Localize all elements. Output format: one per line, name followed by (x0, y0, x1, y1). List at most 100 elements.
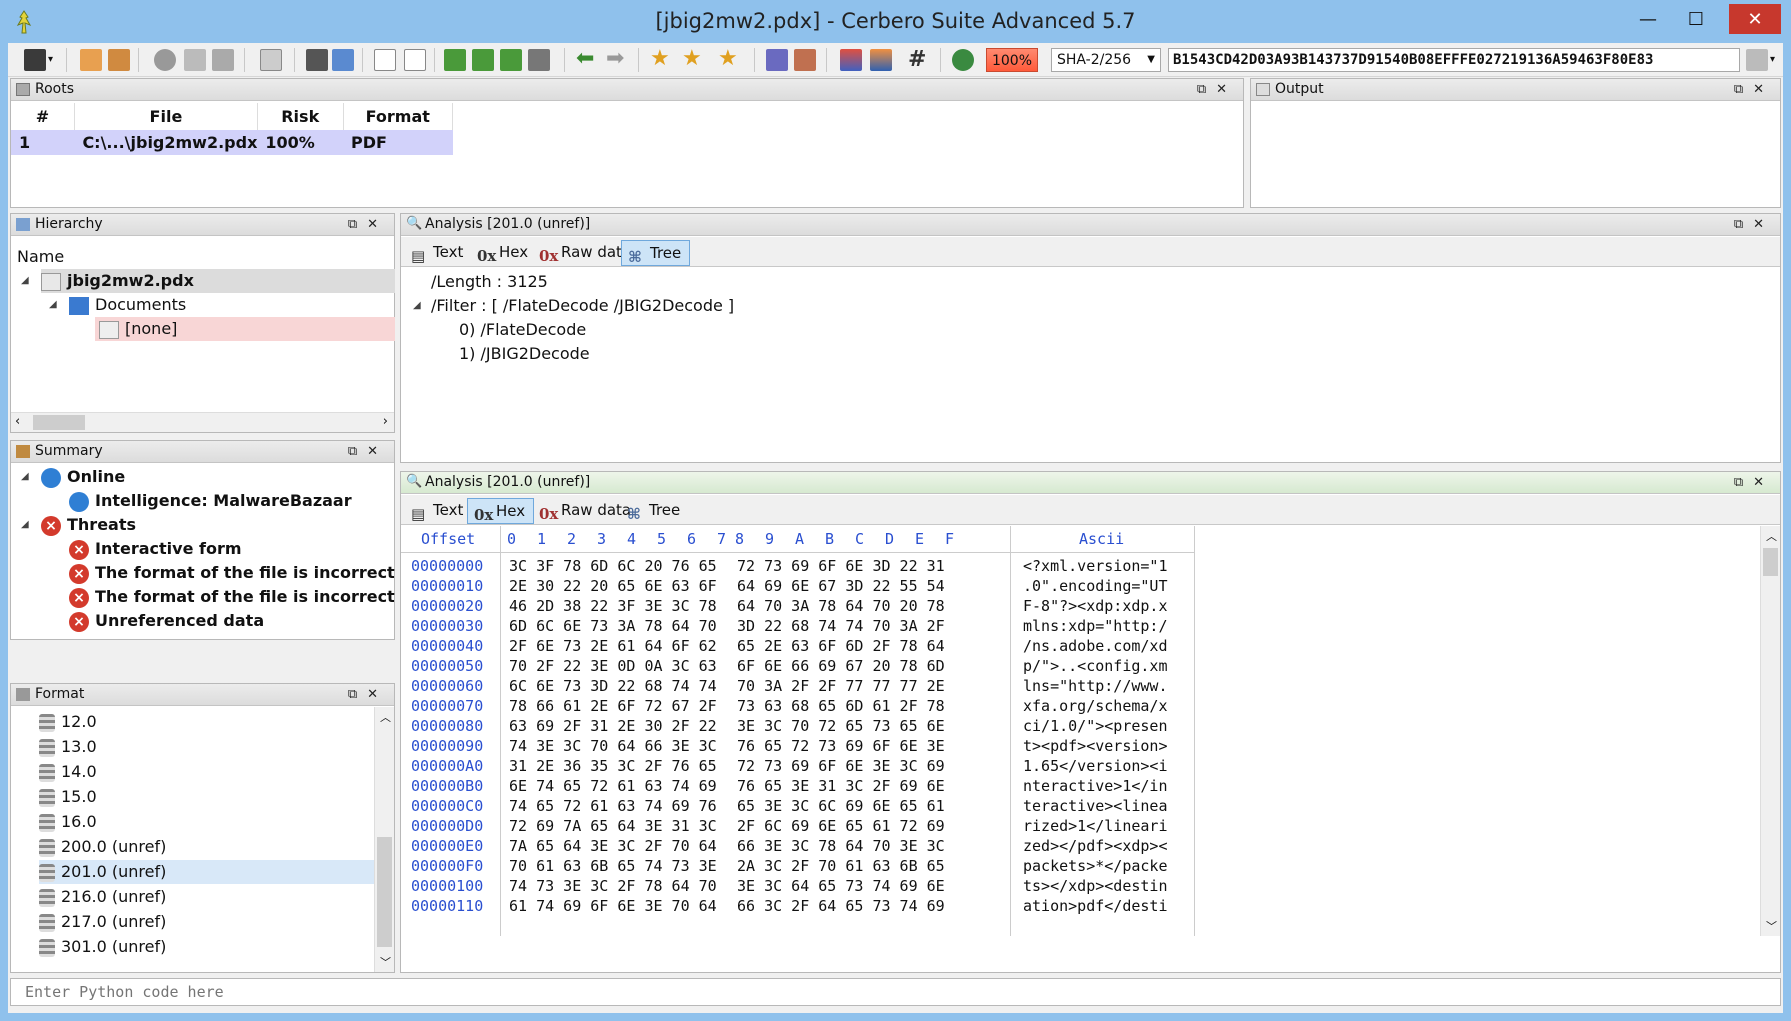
tree-line-length[interactable]: /Length : 3125 (431, 270, 548, 294)
hex-bytes-low[interactable]: 61 74 69 6F 6E 3E 70 64 (509, 896, 717, 916)
hex-offset[interactable]: 000000B0 (411, 776, 483, 796)
summary-online-item[interactable]: Online (41, 465, 125, 489)
hex-bytes-high[interactable]: 72 73 69 6F 6E 3E 3C 69 (737, 756, 945, 776)
scroll-right-icon[interactable]: › (383, 414, 388, 429)
list-item[interactable]: 13.0 (39, 735, 383, 759)
scroll-up-icon[interactable]: ︿ (380, 709, 391, 725)
hex-ascii[interactable]: xfa.org/schema/x (1023, 696, 1168, 716)
horizontal-scrollbar[interactable]: ‹ › (11, 412, 394, 432)
hex-ascii[interactable]: rized>1</lineari (1023, 816, 1168, 836)
hex-bytes-low[interactable]: 2E 30 22 20 65 6E 63 6F (509, 576, 717, 596)
table-row[interactable]: 1 C:\...\jbig2mw2.pdx 100% PDF (11, 130, 453, 155)
collapse-arrow-icon[interactable]: ◢ (21, 275, 29, 286)
hex-bytes-low[interactable]: 74 65 72 61 63 74 69 76 (509, 796, 717, 816)
scroll-thumb[interactable] (33, 415, 85, 430)
hex-bytes-high[interactable]: 76 65 72 73 69 6F 6E 3E (737, 736, 945, 756)
hex-offset[interactable]: 00000080 (411, 716, 483, 736)
hex-ascii[interactable]: /ns.adobe.com/xd (1023, 636, 1168, 656)
hex-bytes-low[interactable]: 72 69 7A 65 64 3E 31 3C (509, 816, 717, 836)
scroll-down-icon[interactable]: ﹀ (380, 954, 391, 970)
windows-icon[interactable] (260, 49, 282, 71)
summary-intel-item[interactable]: Intelligence: MalwareBazaar (69, 489, 352, 513)
close-button[interactable]: ✕ (1729, 4, 1781, 34)
hex-ascii[interactable]: ation>pdf</desti (1023, 896, 1168, 916)
hex-bytes-low[interactable]: 3C 3F 78 6D 6C 20 76 65 (509, 556, 717, 576)
hex-bytes-low[interactable]: 78 66 61 2E 6F 72 67 2F (509, 696, 717, 716)
hex-ascii[interactable]: mlns:xdp="http:/ (1023, 616, 1168, 636)
tree-root-item[interactable]: jbig2mw2.pdx (41, 269, 395, 293)
hex-ascii[interactable]: nteractive>1</in (1023, 776, 1168, 796)
hex-bytes-high[interactable]: 76 65 3E 31 3C 2F 69 6E (737, 776, 945, 796)
tab-hex[interactable]: 0x Hex (467, 498, 535, 524)
hex-bytes-low[interactable]: 70 2F 22 3E 0D 0A 3C 63 (509, 656, 717, 676)
hex-offset[interactable]: 000000D0 (411, 816, 483, 836)
hex-bytes-low[interactable]: 7A 65 64 3E 3C 2F 70 64 (509, 836, 717, 856)
list-item[interactable]: 12.0 (39, 710, 383, 734)
hex-bytes-high[interactable]: 66 3C 2F 64 65 73 74 69 (737, 896, 945, 916)
hex-ascii[interactable]: teractive><linea (1023, 796, 1168, 816)
scroll-down-icon[interactable]: ﹀ (1766, 918, 1777, 934)
save-icon[interactable] (24, 49, 46, 71)
chevron-down-icon[interactable]: ▼ (1147, 49, 1155, 71)
hex-bytes-high[interactable]: 2F 6C 69 6E 65 61 72 69 (737, 816, 945, 836)
hex-bytes-high[interactable]: 65 2E 63 6F 6D 2F 78 64 (737, 636, 945, 656)
hex-offset[interactable]: 00000070 (411, 696, 483, 716)
hex-ascii[interactable]: zed></pdf><xdp>< (1023, 836, 1168, 856)
edit-icon[interactable] (794, 49, 816, 71)
tab-text[interactable]: ▤ Text (405, 240, 471, 266)
hex-bytes-high[interactable]: 6F 6E 66 69 67 20 78 6D (737, 656, 945, 676)
hex-ascii[interactable]: ci/1.0/"><presen (1023, 716, 1168, 736)
col-format[interactable]: Format (343, 103, 454, 130)
hex-ascii[interactable]: t><pdf><version> (1023, 736, 1168, 756)
hex-ascii[interactable]: packets>*</packe (1023, 856, 1168, 876)
col-file[interactable]: File (74, 103, 258, 130)
refresh-workspace-icon[interactable] (332, 49, 354, 71)
list-item[interactable]: 201.0 (unref) (39, 860, 383, 884)
forward-arrow-icon[interactable]: ➡ (606, 48, 628, 71)
hex-view[interactable]: Offset 0 1 2 3 4 5 6 78 9 A B C D E F Ascii 00000000 3C… (401, 526, 1791, 972)
find-hex-icon[interactable] (528, 49, 550, 71)
document-search-icon[interactable] (184, 49, 206, 71)
hex-ascii[interactable]: F-8"?><xdp:xdp.x (1023, 596, 1168, 616)
hex-offset[interactable]: 00000010 (411, 576, 483, 596)
find-next-icon[interactable] (500, 49, 522, 71)
threat-item[interactable]: × The format of the file is incorrect (69, 561, 395, 585)
hex-bytes-high[interactable]: 72 73 69 6F 6E 3D 22 31 (737, 556, 945, 576)
python-input[interactable] (10, 978, 1781, 1006)
layout-split-icon[interactable] (404, 49, 426, 71)
minimize-button[interactable]: — (1625, 4, 1671, 34)
tab-tree[interactable]: ⌘ Tree (621, 498, 688, 524)
panel-buttons[interactable]: ⧉✕ (1734, 472, 1774, 493)
settings-gear-icon[interactable] (154, 49, 176, 71)
hex-bytes-high[interactable]: 73 63 68 65 6D 61 2F 78 (737, 696, 945, 716)
hex-offset[interactable]: 00000100 (411, 876, 483, 896)
hex-bytes-high[interactable]: 64 69 6E 67 3D 22 55 54 (737, 576, 945, 596)
hex-bytes-low[interactable]: 6E 74 65 72 61 63 74 69 (509, 776, 717, 796)
hex-bytes-low[interactable]: 46 2D 38 22 3F 3E 3C 78 (509, 596, 717, 616)
hex-bytes-low[interactable]: 2F 6E 73 2E 61 64 6F 62 (509, 636, 717, 656)
name-column-header[interactable]: Name (17, 245, 64, 269)
plugin-icon[interactable] (766, 49, 788, 71)
panel-buttons[interactable]: ⧉✕ (1734, 214, 1774, 235)
list-item[interactable]: 15.0 (39, 785, 383, 809)
hex-offset[interactable]: 00000060 (411, 676, 483, 696)
vertical-scrollbar[interactable]: ︿ ﹀ (374, 707, 394, 972)
scroll-thumb[interactable] (377, 837, 392, 947)
list-item[interactable]: 200.0 (unref) (39, 835, 383, 859)
list-item[interactable]: 14.0 (39, 760, 383, 784)
tab-text[interactable]: ▤ Text (405, 498, 471, 524)
hex-bytes-low[interactable]: 74 73 3E 3C 2F 78 64 70 (509, 876, 717, 896)
color-chart-icon[interactable] (870, 49, 892, 71)
hex-offset[interactable]: 00000040 (411, 636, 483, 656)
panel-buttons[interactable]: ⧉✕ (1734, 79, 1774, 100)
tree-leaf-item[interactable]: [none] (95, 317, 395, 341)
back-arrow-icon[interactable]: ⬅ (576, 48, 598, 71)
star-icon[interactable]: ★ (682, 48, 704, 71)
tab-hex[interactable]: 0x Hex (471, 240, 536, 266)
collapse-arrow-icon[interactable]: ◢ (21, 471, 29, 482)
threat-item[interactable]: × The format of the file is incorrect (69, 585, 395, 609)
tree-folder-item[interactable]: Documents (69, 293, 186, 317)
hex-bytes-low[interactable]: 63 69 2F 31 2E 30 2F 22 (509, 716, 717, 736)
hex-offset[interactable]: 00000050 (411, 656, 483, 676)
save-workspace-icon[interactable] (306, 49, 328, 71)
